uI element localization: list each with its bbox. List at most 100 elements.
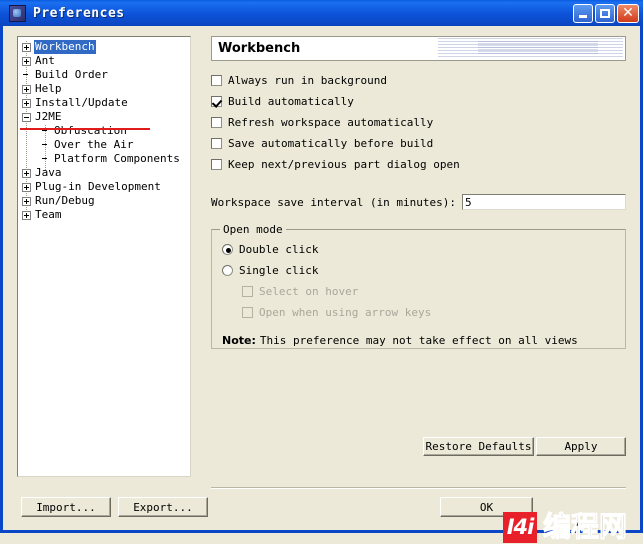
tree-item-ant[interactable]: Ant — [18, 54, 190, 68]
minimize-button[interactable] — [573, 3, 593, 23]
tree-guide-root — [26, 41, 27, 219]
tree-item-j2me[interactable]: J2ME — [18, 110, 190, 124]
minimize-icon — [579, 14, 587, 18]
tree-item-run-debug[interactable]: Run/Debug — [18, 194, 190, 208]
open-mode-radio-0[interactable]: Double click — [222, 239, 615, 260]
tree-item-team[interactable]: Team — [18, 208, 190, 222]
maximize-button[interactable] — [595, 3, 615, 23]
expand-icon[interactable] — [22, 196, 31, 206]
radio-label: Double click — [239, 243, 319, 256]
tree-item-install-update[interactable]: Install/Update — [18, 96, 190, 110]
open-mode-radio-list: Double click Single click — [222, 239, 615, 281]
tree-item-over-the-air[interactable]: Over the Air — [18, 138, 190, 152]
open-mode-note: Note: This preference may not take effec… — [222, 334, 615, 347]
close-button[interactable]: ✕ — [617, 3, 639, 23]
tree-item-platform-components[interactable]: Platform Components — [18, 152, 190, 166]
radio-icon[interactable] — [222, 244, 233, 255]
open-mode-sub-checkbox-0: Select on hover — [242, 281, 615, 302]
option-checkbox-0[interactable]: Always run in background — [211, 70, 626, 91]
checkbox-label: Refresh workspace automatically — [228, 116, 434, 129]
annotation-red-line — [20, 128, 150, 130]
watermark-logo-icon: I4i — [503, 511, 537, 543]
tree-item-label: Team — [35, 208, 62, 221]
tree-item-label: Help — [35, 82, 62, 95]
tree-item-build-order[interactable]: Build Order — [18, 68, 190, 82]
radio-icon[interactable] — [222, 265, 233, 276]
footer-left-buttons: Import... Export... — [21, 497, 208, 517]
expand-icon[interactable] — [22, 168, 31, 178]
tree-item-label: Obfuscation — [54, 124, 127, 137]
tree-item-label: Over the Air — [54, 138, 134, 151]
tree-item-obfuscation[interactable]: Obfuscation — [18, 124, 190, 138]
general-options-list: Always run in background Build automatica… — [211, 70, 626, 175]
checkbox-icon[interactable] — [211, 96, 222, 107]
window-title: Preferences — [33, 5, 125, 21]
preference-page: Workbench Always run in background Build … — [211, 36, 626, 461]
tree-item-help[interactable]: Help — [18, 82, 190, 96]
checkbox-icon — [242, 286, 253, 297]
tree-item-label: Plug-in Development — [35, 180, 161, 193]
checkbox-label: Keep next/previous part dialog open — [228, 158, 460, 171]
workspace-save-interval-label: Workspace save interval (in minutes): — [211, 195, 457, 209]
tree-leaf-icon — [22, 71, 31, 80]
tree-leaf-icon — [41, 141, 50, 150]
checkbox-icon[interactable] — [211, 75, 222, 86]
import-button[interactable]: Import... — [21, 497, 111, 517]
open-mode-group: Open mode Double click Single click Selec… — [211, 223, 626, 349]
page-banner: Workbench — [211, 36, 626, 61]
preference-tree-panel[interactable]: Workbench Ant Build Order Help Install/Updat… — [17, 36, 191, 477]
tree-item-label: Workbench — [34, 40, 96, 54]
collapse-icon[interactable] — [22, 112, 31, 122]
ok-label: OK — [479, 500, 494, 514]
tree-item-workbench[interactable]: Workbench — [18, 40, 190, 54]
workspace-save-interval-row: Workspace save interval (in minutes): 5 — [211, 194, 626, 210]
expand-icon[interactable] — [22, 210, 31, 220]
tree-item-label: Run/Debug — [35, 194, 95, 207]
restore-defaults-label: Restore Defaults — [425, 440, 532, 453]
checkbox-icon[interactable] — [211, 159, 222, 170]
export-label: Export... — [133, 500, 193, 514]
apply-button[interactable]: Apply — [536, 437, 626, 456]
restore-defaults-button[interactable]: Restore Defaults — [423, 437, 534, 456]
checkbox-label: Always run in background — [228, 74, 387, 87]
open-mode-sub-checkbox-1: Open when using arrow keys — [242, 302, 615, 323]
page-action-buttons: Restore Defaults Apply — [423, 437, 626, 456]
option-checkbox-1[interactable]: Build automatically — [211, 91, 626, 112]
apply-label: Apply — [564, 440, 598, 453]
radio-label: Single click — [239, 264, 319, 277]
watermark: I4i 编程网 — [503, 510, 628, 544]
open-mode-note-prefix: Note: — [222, 334, 256, 347]
close-icon: ✕ — [622, 5, 634, 21]
preference-tree[interactable]: Workbench Ant Build Order Help Install/Updat… — [18, 37, 190, 222]
tree-item-label: Ant — [35, 54, 55, 67]
open-mode-radio-1[interactable]: Single click — [222, 260, 615, 281]
option-checkbox-3[interactable]: Save automatically before build — [211, 133, 626, 154]
tree-item-label: Build Order — [35, 68, 108, 81]
tree-item-java[interactable]: Java — [18, 166, 190, 180]
option-checkbox-2[interactable]: Refresh workspace automatically — [211, 112, 626, 133]
banner-decoration-icon — [438, 38, 623, 59]
export-button[interactable]: Export... — [118, 497, 208, 517]
checkbox-icon — [242, 307, 253, 318]
expand-icon[interactable] — [22, 98, 31, 108]
open-mode-note-text: This preference may not take effect on a… — [259, 334, 578, 347]
expand-icon[interactable] — [22, 56, 31, 66]
watermark-text: 编程网 — [542, 510, 628, 543]
tree-item-plug-in-development[interactable]: Plug-in Development — [18, 180, 190, 194]
expand-icon[interactable] — [22, 182, 31, 192]
import-label: Import... — [36, 500, 96, 514]
expand-icon[interactable] — [22, 42, 31, 52]
tree-leaf-icon — [41, 155, 50, 164]
tree-leaf-icon — [41, 127, 50, 136]
checkbox-icon[interactable] — [211, 138, 222, 149]
footer-separator — [211, 487, 626, 489]
checkbox-label: Select on hover — [259, 285, 359, 298]
tree-item-label: Install/Update — [35, 96, 128, 109]
workspace-save-interval-input[interactable]: 5 — [462, 194, 626, 210]
option-checkbox-4[interactable]: Keep next/previous part dialog open — [211, 154, 626, 175]
checkbox-icon[interactable] — [211, 117, 222, 128]
expand-icon[interactable] — [22, 84, 31, 94]
eclipse-icon — [9, 4, 26, 22]
tree-item-label: Platform Components — [54, 152, 180, 165]
preferences-window: Preferences ✕ Workbench Ant Build Order Hel… — [0, 0, 643, 543]
